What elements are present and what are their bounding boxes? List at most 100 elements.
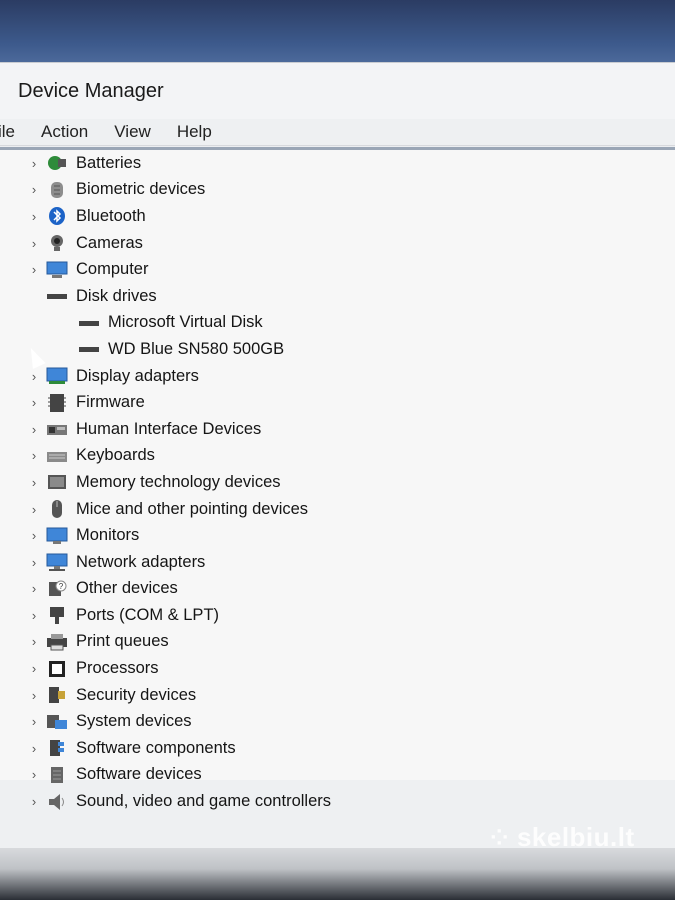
port-icon [44, 605, 70, 625]
device-tree-child-item[interactable]: WD Blue SN580 500GB [24, 336, 331, 363]
device-tree-category[interactable]: › Processors [24, 655, 331, 682]
device-tree-label: Sound, video and game controllers [76, 792, 331, 811]
bottom-edge [0, 848, 675, 900]
device-tree-label: Mice and other pointing devices [76, 499, 309, 518]
device-tree-category[interactable]: › Batteries [24, 150, 331, 177]
memory-icon [44, 472, 70, 492]
menu-file[interactable]: ile [0, 122, 15, 142]
device-tree-label: Microsoft Virtual Disk [108, 313, 263, 332]
security-icon [44, 685, 70, 705]
chevron-right-icon[interactable]: › [24, 502, 44, 517]
window-title: Device Manager [18, 79, 164, 102]
device-tree-label: Other devices [76, 579, 178, 598]
device-tree-category[interactable]: › Human Interface Devices [24, 416, 331, 443]
hid-icon [44, 419, 70, 439]
device-tree-category[interactable]: › Keyboards [24, 443, 331, 470]
device-tree-category[interactable]: › Monitors [24, 522, 331, 549]
system-icon [44, 712, 70, 732]
device-tree-label: Processors [76, 659, 159, 678]
display-adapter-icon [44, 366, 70, 386]
device-tree-category[interactable]: › Print queues [24, 629, 331, 656]
chevron-right-icon[interactable]: › [24, 369, 44, 384]
chevron-right-icon[interactable]: › [24, 634, 44, 649]
device-tree-label: Biometric devices [76, 180, 206, 199]
keyboard-icon [44, 446, 70, 466]
chevron-right-icon[interactable]: › [24, 608, 44, 623]
device-tree-category[interactable]: › Firmware [24, 389, 331, 416]
chevron-right-icon[interactable]: › [24, 475, 44, 490]
sound-icon [44, 792, 70, 812]
device-tree-category[interactable]: › Software components [24, 735, 331, 762]
chevron-right-icon[interactable]: › [24, 767, 44, 782]
device-tree-label: Firmware [76, 393, 145, 412]
device-tree-category[interactable]: › Display adapters [24, 363, 331, 390]
device-tree-category[interactable]: › System devices [24, 708, 331, 735]
menu-view[interactable]: View [114, 122, 151, 142]
device-tree-category[interactable]: › Mice and other pointing devices [24, 496, 331, 523]
device-tree-category[interactable]: › Biometric devices [24, 177, 331, 204]
chevron-right-icon[interactable]: › [24, 661, 44, 676]
device-tree: › Batteries › Biometric devices › Bluetooth › C… [24, 150, 331, 815]
chevron-right-icon[interactable]: › [24, 422, 44, 437]
chevron-right-icon[interactable]: › [24, 555, 44, 570]
title-bar[interactable]: Device Manager [0, 63, 675, 119]
device-tree-label: Display adapters [76, 366, 199, 385]
disk-drive-icon [76, 339, 102, 359]
chevron-right-icon[interactable]: › [24, 262, 44, 277]
chevron-right-icon[interactable]: › [24, 448, 44, 463]
device-tree-label: Network adapters [76, 552, 206, 571]
chevron-right-icon[interactable]: › [24, 581, 44, 596]
bluetooth-icon [44, 206, 70, 226]
menu-help[interactable]: Help [177, 122, 212, 142]
device-tree-label: Bluetooth [76, 206, 146, 225]
device-tree-category[interactable]: › Sound, video and game controllers [24, 788, 331, 815]
chevron-right-icon[interactable]: › [24, 688, 44, 703]
device-tree-child-item[interactable]: Microsoft Virtual Disk [24, 310, 331, 337]
device-tree-category[interactable]: › Cameras [24, 230, 331, 257]
device-tree-category[interactable]: › Bluetooth [24, 203, 331, 230]
chevron-right-icon[interactable]: › [24, 741, 44, 756]
device-tree-label: Monitors [76, 526, 140, 545]
watermark-dots-icon: ⁘ [490, 824, 509, 850]
chevron-right-icon[interactable]: › [24, 395, 44, 410]
device-tree-category[interactable]: ⌄Disk drives [24, 283, 331, 310]
battery-icon [44, 153, 70, 173]
disk-drive-icon [76, 313, 102, 333]
chevron-right-icon[interactable]: › [24, 156, 44, 171]
device-tree-label: Software devices [76, 765, 202, 784]
camera-icon [44, 233, 70, 253]
computer-icon [44, 260, 70, 280]
device-tree-category[interactable]: › Security devices [24, 682, 331, 709]
device-tree-category[interactable]: › Network adapters [24, 549, 331, 576]
chevron-right-icon[interactable]: › [24, 236, 44, 251]
printer-icon [44, 632, 70, 652]
device-tree-label: Disk drives [76, 286, 157, 305]
device-tree-category[interactable]: › Software devices [24, 762, 331, 789]
menu-action[interactable]: Action [41, 122, 88, 142]
chevron-right-icon[interactable]: › [24, 714, 44, 729]
network-icon [44, 552, 70, 572]
menu-bar: ile Action View Help [0, 119, 675, 145]
device-tree-category[interactable]: › Memory technology devices [24, 469, 331, 496]
svg-text:?: ? [59, 582, 64, 591]
device-tree-label: Ports (COM & LPT) [76, 605, 220, 624]
device-tree-category[interactable]: › Computer [24, 256, 331, 283]
device-tree-label: Computer [76, 260, 149, 279]
device-tree-label: Cameras [76, 233, 143, 252]
chevron-right-icon[interactable]: › [24, 209, 44, 224]
device-tree-category[interactable]: ›? Other devices [24, 576, 331, 603]
software-component-icon [44, 738, 70, 758]
device-tree-label: Keyboards [76, 446, 155, 465]
unknown-device-icon: ? [44, 579, 70, 599]
chevron-right-icon[interactable]: › [24, 794, 44, 809]
monitor-icon [44, 526, 70, 546]
chevron-right-icon[interactable]: › [24, 528, 44, 543]
fingerprint-icon [44, 180, 70, 200]
device-tree-label: Memory technology devices [76, 472, 281, 491]
device-tree-label: Security devices [76, 685, 197, 704]
chevron-right-icon[interactable]: › [24, 182, 44, 197]
device-tree-pane: › Batteries › Biometric devices › Bluetooth › C… [0, 147, 675, 810]
device-tree-label: Batteries [76, 153, 142, 172]
device-tree-category[interactable]: › Ports (COM & LPT) [24, 602, 331, 629]
device-tree-label: WD Blue SN580 500GB [108, 339, 285, 358]
